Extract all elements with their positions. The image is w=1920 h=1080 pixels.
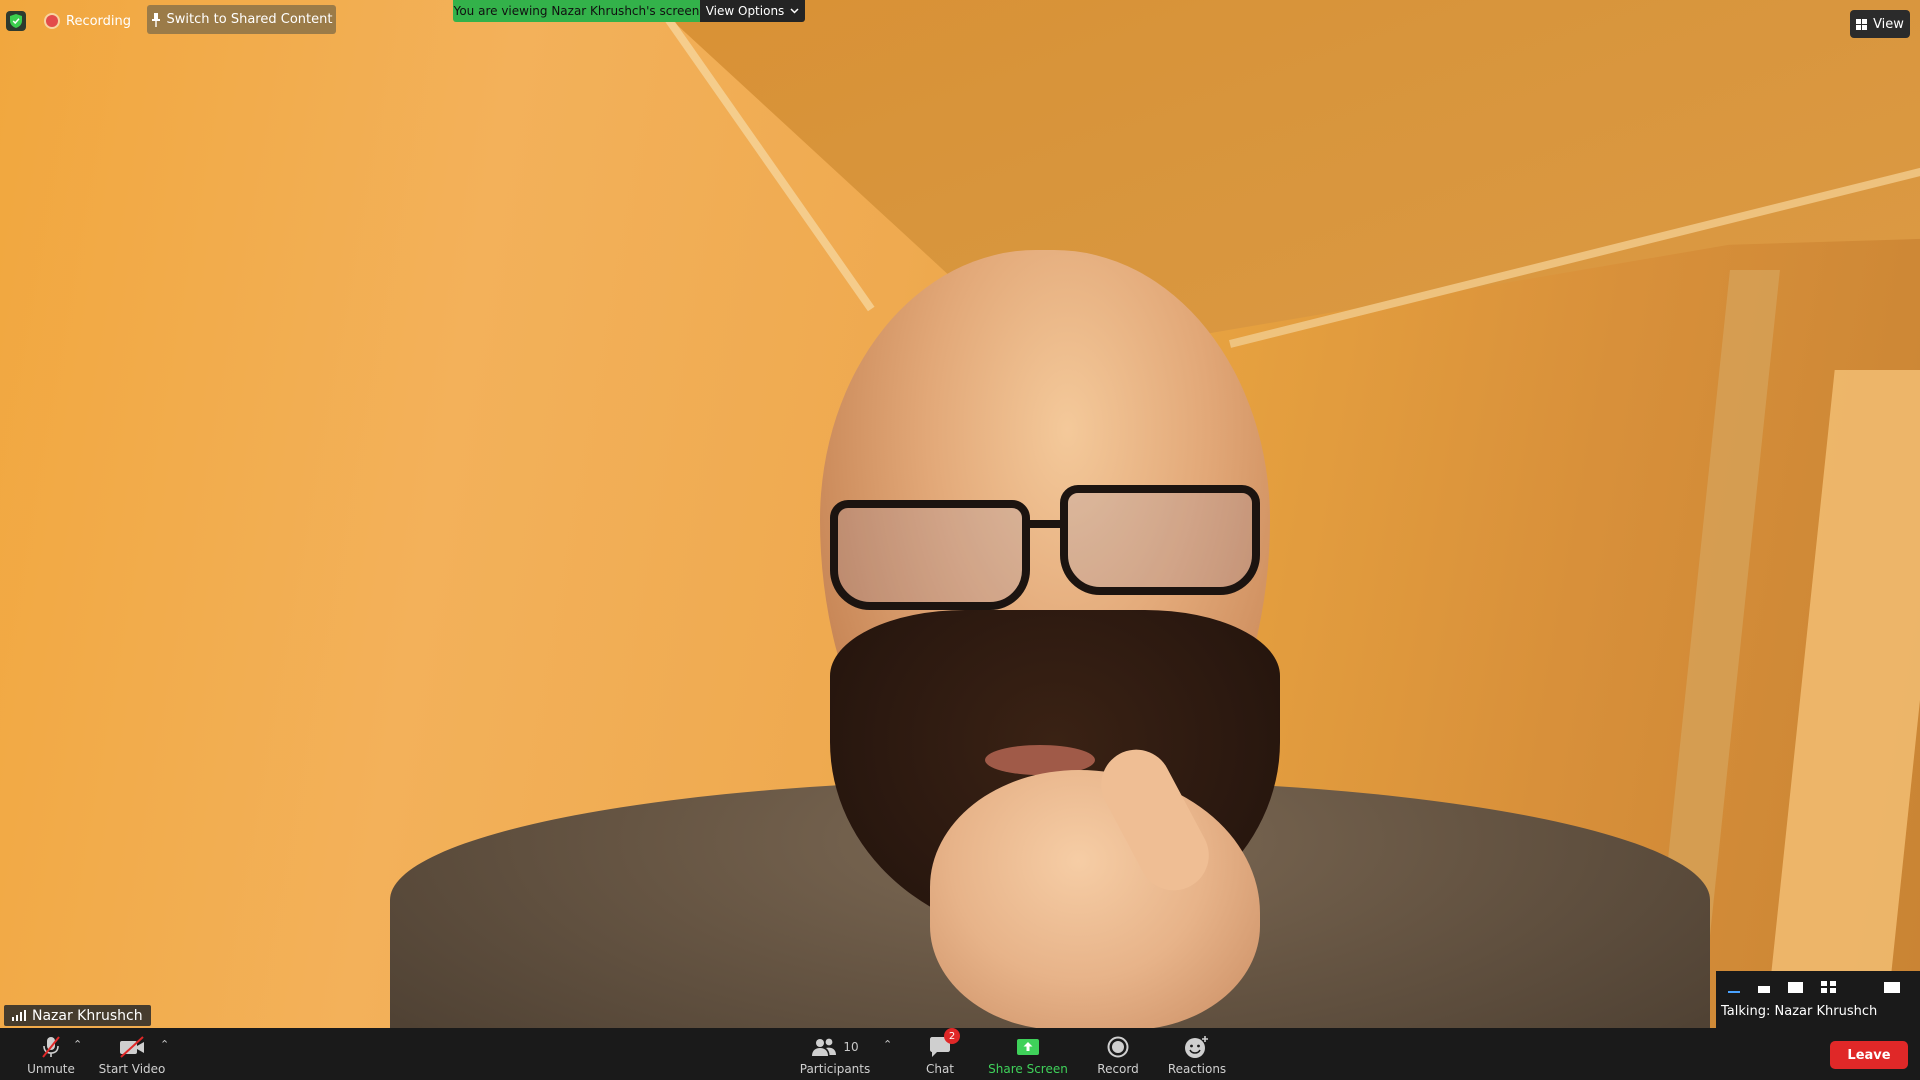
record-icon-wrap: [1107, 1034, 1129, 1060]
speaker-mini-panel: Talking: Nazar Khrushch: [1716, 971, 1920, 1028]
share-screen-icon: [1017, 1039, 1039, 1055]
view-label: View: [1873, 16, 1904, 32]
switch-label: Switch to Shared Content: [166, 12, 333, 27]
hide-video-icon[interactable]: [1758, 985, 1770, 993]
reactions-smiley-icon: [1185, 1036, 1208, 1058]
speaker-video[interactable]: [0, 0, 1920, 1028]
view-layout-button[interactable]: View: [1850, 10, 1910, 38]
viewing-screen-banner: You are viewing Nazar Khrushch's screen: [453, 0, 700, 22]
meeting-toolbar: Unmute ⌃ Start Video ⌃ 10 Participants ⌃…: [0, 1028, 1920, 1080]
audio-options-chevron-up-icon[interactable]: ⌃: [73, 1038, 82, 1051]
recording-dot-icon: [46, 15, 58, 27]
reactions-icon-wrap: [1184, 1034, 1210, 1060]
zoom-meeting-window: Recording Switch to Shared Content You a…: [0, 0, 1920, 1080]
switch-to-shared-content-button[interactable]: Switch to Shared Content: [147, 5, 336, 34]
record-label: Record: [1097, 1062, 1139, 1076]
security-shield-button[interactable]: [6, 11, 26, 31]
chevron-down-icon: [790, 8, 799, 14]
participants-icon: [812, 1038, 837, 1056]
reactions-label: Reactions: [1167, 1062, 1227, 1076]
participants-button[interactable]: 10 Participants: [795, 1028, 875, 1080]
speaker-view-icon[interactable]: [1788, 981, 1803, 993]
leave-meeting-button[interactable]: Leave: [1830, 1041, 1908, 1069]
viewing-banner-text: You are viewing Nazar Khrushch's screen: [453, 4, 700, 18]
gallery-mini-icon[interactable]: [1821, 981, 1836, 993]
reactions-button[interactable]: Reactions: [1162, 1028, 1232, 1080]
video-glasses-bridge: [1025, 520, 1065, 528]
record-button[interactable]: Record: [1092, 1028, 1144, 1080]
participants-count: 10: [843, 1040, 859, 1054]
chat-label: Chat: [925, 1062, 955, 1076]
start-video-button[interactable]: Start Video: [97, 1028, 167, 1080]
shield-icon: [10, 14, 22, 28]
video-off-icon: [118, 1034, 146, 1060]
chat-icon-wrap: 2: [928, 1028, 960, 1060]
unmute-label: Unmute: [27, 1062, 75, 1076]
signal-strength-icon: [12, 1010, 26, 1021]
minimize-video-icon[interactable]: [1728, 991, 1740, 993]
participants-chevron-up-icon[interactable]: ⌃: [883, 1038, 892, 1051]
grid-view-icon: [1856, 18, 1868, 30]
exit-minimized-icon[interactable]: [1884, 981, 1900, 993]
start-video-label: Start Video: [98, 1062, 166, 1076]
mic-muted-icon: [39, 1034, 63, 1060]
share-screen-icon-wrap: [1016, 1034, 1040, 1060]
participants-label: Participants: [799, 1062, 871, 1076]
video-glasses-right: [1060, 485, 1260, 595]
view-options-label: View Options: [705, 4, 785, 18]
chat-button[interactable]: 2 Chat: [915, 1028, 965, 1080]
video-options-chevron-up-icon[interactable]: ⌃: [160, 1038, 169, 1051]
recording-indicator[interactable]: Recording: [46, 11, 131, 31]
share-screen-label: Share Screen: [988, 1062, 1068, 1076]
video-glasses-left: [830, 500, 1030, 610]
mini-view-controls: [1716, 975, 1920, 999]
talking-indicator: Talking: Nazar Khrushch: [1721, 1004, 1878, 1019]
participants-icon-group: 10: [811, 1034, 859, 1060]
share-screen-button[interactable]: Share Screen: [985, 1028, 1071, 1080]
view-options-button[interactable]: View Options: [700, 0, 805, 22]
participant-name-tag: Nazar Khrushch: [4, 1005, 151, 1026]
unmute-button[interactable]: Unmute: [22, 1028, 80, 1080]
chat-unread-badge: 2: [944, 1028, 960, 1044]
participant-name: Nazar Khrushch: [32, 1007, 143, 1024]
recording-label: Recording: [66, 13, 132, 29]
record-icon: [1107, 1036, 1129, 1058]
video-door: [1765, 370, 1920, 1028]
pin-icon: [151, 12, 160, 27]
